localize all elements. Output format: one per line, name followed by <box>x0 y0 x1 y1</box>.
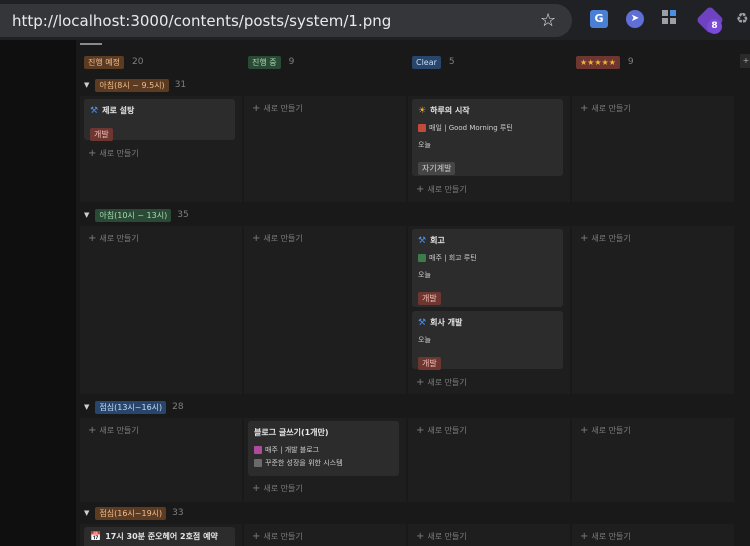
new-card-button[interactable]: + 새로 만들기 <box>416 184 467 195</box>
collapse-triangle-icon[interactable]: ▼ <box>84 211 89 219</box>
column-header-clear[interactable]: Clear 5 <box>412 55 455 69</box>
column-tag: ★★★★★ <box>576 55 620 69</box>
cell <box>572 226 734 394</box>
group-header[interactable]: ▼ 점심(16시~19시) 33 <box>84 506 184 520</box>
browser-toolbar: http://localhost:3000/contents/posts/sys… <box>0 0 750 40</box>
new-card-button[interactable]: + 새로 만들기 <box>252 483 303 494</box>
new-card-button[interactable]: + 새로 만들기 <box>252 531 303 542</box>
card-title: 회사 개발 <box>430 318 463 327</box>
left-pane <box>0 40 76 546</box>
column-count: 9 <box>288 57 295 67</box>
card-tag: 개발 <box>418 292 441 305</box>
relation-icon <box>418 254 426 262</box>
new-card-button[interactable]: + 새로 만들기 <box>580 531 631 542</box>
new-card-button[interactable]: + 새로 만들기 <box>416 425 467 436</box>
card[interactable]: ⚒ 회사 개발 오늘 개발 <box>412 311 563 370</box>
column-tag: Clear <box>412 55 441 69</box>
card-title: 하루의 시작 <box>430 106 470 115</box>
relation-icon <box>418 124 426 132</box>
group-tag: 아침(8시 ~ 9.5시) <box>95 78 169 92</box>
hammer-icon: ⚒ <box>418 317 427 328</box>
card[interactable]: ⚒ 회고 매주 | 회고 루틴 오늘 개발 <box>412 229 563 307</box>
sun-icon: ☀ <box>418 105 427 116</box>
collapse-triangle-icon[interactable]: ▼ <box>84 81 89 89</box>
column-tag: 진행 중 <box>248 55 281 69</box>
card[interactable]: 📅 17시 30분 준오헤어 2호점 예약 <box>84 527 235 546</box>
collapse-triangle-icon[interactable]: ▼ <box>84 509 89 517</box>
card-title: 블로그 글쓰기(1개만) <box>254 428 329 437</box>
collapse-triangle-icon[interactable]: ▼ <box>84 403 89 411</box>
new-card-button[interactable]: + 새로 만들기 <box>416 377 467 388</box>
group-count: 28 <box>172 402 184 412</box>
translate-extension-icon[interactable]: G <box>590 10 608 28</box>
column-header-stars[interactable]: ★★★★★ 9 <box>576 55 634 69</box>
url-text[interactable]: http://localhost:3000/contents/posts/sys… <box>12 12 391 30</box>
card-date: 오늘 <box>418 141 431 149</box>
column-count: 9 <box>627 57 634 67</box>
relation-icon <box>254 459 262 467</box>
new-card-button[interactable]: + 새로 만들기 <box>252 233 303 244</box>
new-card-button[interactable]: + 새로 만들기 <box>88 425 139 436</box>
cell <box>80 226 242 394</box>
address-bar[interactable]: http://localhost:3000/contents/posts/sys… <box>0 4 572 37</box>
grid-extension-icon[interactable] <box>662 10 680 28</box>
group-header[interactable]: ▼ 아침(8시 ~ 9.5시) 31 <box>84 78 186 92</box>
new-card-button[interactable]: + 새로 만들기 <box>88 148 139 159</box>
new-card-button[interactable]: + 새로 만들기 <box>252 103 303 114</box>
column-header-todo[interactable]: 진행 예정 20 <box>84 55 143 69</box>
card-title: 17시 30분 준오헤어 2호점 예약 <box>105 532 218 541</box>
card-tag: 개발 <box>90 128 113 141</box>
card-tag: 개발 <box>418 357 441 370</box>
card[interactable]: ⚒ 제로 설탕 개발 <box>84 99 235 141</box>
new-card-button[interactable]: + 새로 만들기 <box>580 103 631 114</box>
card-relation: 매주 | 개발 블로그 <box>265 446 320 454</box>
hammer-icon: ⚒ <box>418 235 427 246</box>
card-relation: 매일 | Good Morning 루틴 <box>429 124 513 132</box>
extension-badge: 8 <box>707 19 722 34</box>
relation-icon <box>254 446 262 454</box>
column-tag: 진행 예정 <box>84 55 124 69</box>
add-column-button[interactable]: + <box>740 54 750 68</box>
recycle-extension-icon[interactable]: ♻ <box>736 10 750 28</box>
card-relation: 꾸준한 성장을 위한 시스템 <box>265 459 343 467</box>
cell <box>244 226 406 394</box>
new-card-button[interactable]: + 새로 만들기 <box>580 233 631 244</box>
card[interactable]: 블로그 글쓰기(1개만) 매주 | 개발 블로그 꾸준한 성장을 위한 시스템 <box>248 421 399 476</box>
card-date: 오늘 <box>418 271 431 279</box>
calendar-icon: 📅 <box>90 531 102 542</box>
group-header[interactable]: ▼ 점심(13시~16시) 28 <box>84 400 184 414</box>
group-count: 35 <box>177 210 189 220</box>
cursor-extension-icon[interactable]: ➤ <box>626 10 644 28</box>
new-card-button[interactable]: + 새로 만들기 <box>88 233 139 244</box>
card[interactable]: ☀ 하루의 시작 매일 | Good Morning 루틴 오늘 자기계발 <box>412 99 563 176</box>
bookmark-star-icon[interactable]: ☆ <box>540 10 556 31</box>
card-title: 회고 <box>430 236 445 245</box>
group-tag: 점심(13시~16시) <box>95 400 167 414</box>
column-count: 20 <box>131 57 144 67</box>
new-card-button[interactable]: + 새로 만들기 <box>416 531 467 542</box>
card-relation: 매주 | 회고 루틴 <box>429 254 477 262</box>
card-title: 제로 설탕 <box>102 106 135 115</box>
group-header[interactable]: ▼ 아침(10시 ~ 13시) 35 <box>84 208 189 222</box>
active-tab-indicator <box>80 43 102 45</box>
new-card-button[interactable]: + 새로 만들기 <box>580 425 631 436</box>
group-tag: 점심(16시~19시) <box>95 506 167 520</box>
column-header-doing[interactable]: 진행 중 9 <box>248 55 294 69</box>
group-count: 33 <box>172 508 184 518</box>
column-count: 5 <box>448 57 455 67</box>
card-tag: 자기계발 <box>418 162 456 175</box>
group-tag: 아침(10시 ~ 13시) <box>95 208 172 222</box>
group-count: 31 <box>174 80 187 90</box>
hammer-icon: ⚒ <box>90 105 99 116</box>
card-date: 오늘 <box>418 336 431 344</box>
kanban-board: 진행 예정 20 진행 중 9 Clear 5 ★★★★★ 9 + ▼ 아침(8… <box>76 40 750 546</box>
